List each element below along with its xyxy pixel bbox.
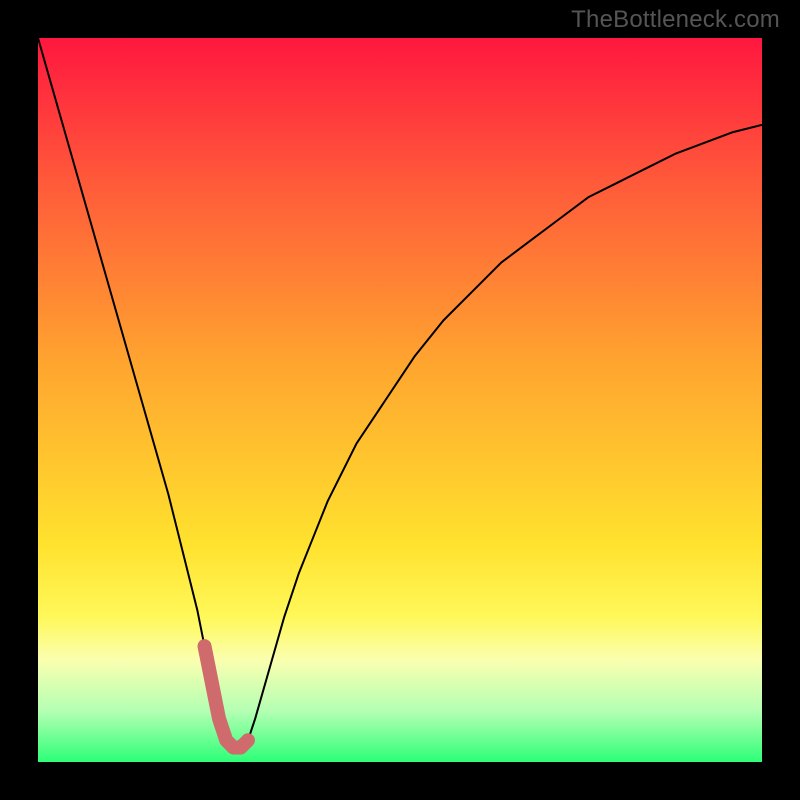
plot-area — [38, 38, 762, 762]
gradient-background — [38, 38, 762, 762]
chart-svg — [38, 38, 762, 762]
watermark-text: TheBottleneck.com — [571, 6, 780, 34]
chart-frame: TheBottleneck.com — [0, 0, 800, 800]
